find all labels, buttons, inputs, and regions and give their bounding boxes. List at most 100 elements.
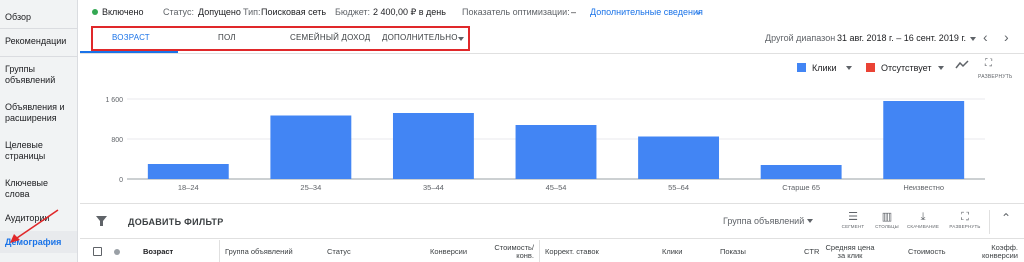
segment-button[interactable]: ☰ СЕГМЕНТ: [836, 210, 870, 229]
optimization-value: –: [571, 7, 577, 17]
col-cost-per-conv[interactable]: Стоимость/ конв.: [480, 244, 534, 260]
col-clicks[interactable]: Клики: [662, 248, 682, 256]
ad-group-select[interactable]: Группа объявлений: [723, 216, 804, 226]
bar-2: [270, 115, 352, 179]
columns-icon: ▥: [881, 211, 893, 223]
sidebar-item-overview[interactable]: Обзор: [5, 12, 75, 23]
expand-table-label: РАЗВЕРНУТЬ: [949, 224, 981, 229]
divider: [0, 28, 77, 29]
clicks-bar-chart: 1 600 800 0 18–24 25–34 35–44 45–54 55–64 Старше…: [105, 97, 985, 192]
line-chart-icon[interactable]: [955, 60, 969, 70]
col-ad-group[interactable]: Группа объявлений: [225, 248, 293, 256]
sidebar-item-demographics[interactable]: Демография: [0, 231, 77, 253]
segment-icon: ☰: [848, 211, 858, 223]
col-conv-rate-line2: конверсии: [981, 251, 1018, 260]
x-tick-label: 35–44: [423, 183, 444, 192]
filter-icon[interactable]: [96, 216, 107, 226]
col-age[interactable]: Возраст: [143, 248, 173, 256]
columns-label: СТОЛБЦЫ: [875, 224, 899, 229]
date-dropdown-icon[interactable]: [970, 37, 976, 41]
expand-icon[interactable]: ⛶: [985, 58, 992, 69]
bar-4: [515, 125, 597, 179]
sidebar-item-ad-groups[interactable]: Группы объявлений: [5, 64, 75, 86]
col-avg-cpc[interactable]: Средняя цена за клик: [820, 244, 880, 260]
divider: [539, 240, 540, 262]
campaign-state: Включено: [102, 7, 144, 17]
dropdown-caret-icon[interactable]: [458, 37, 464, 41]
collapse-chevron-icon[interactable]: ⌃: [1001, 211, 1011, 225]
type-value: Поисковая сеть: [261, 7, 327, 17]
metric1-color-swatch: [797, 63, 806, 72]
y-tick-label: 1 600: [105, 97, 123, 104]
status-dot-icon: [114, 249, 120, 255]
divider: [219, 240, 220, 262]
ad-group-dropdown-icon[interactable]: [807, 219, 813, 223]
download-icon: ⤓: [920, 211, 926, 223]
bar-3: [392, 113, 474, 179]
select-all-checkbox[interactable]: [93, 247, 102, 256]
budget-value: 2 400,00 ₽ в день: [373, 7, 446, 17]
expand-label[interactable]: РАЗВЕРНУТЬ: [978, 74, 1012, 80]
metric2-dropdown-icon[interactable]: [938, 66, 944, 70]
bar-5: [638, 136, 720, 179]
date-range-value[interactable]: 31 авг. 2018 г. – 16 сент. 2019 г.: [837, 33, 966, 43]
col-ctr[interactable]: CTR: [804, 248, 819, 256]
x-tick-label: 45–54: [546, 183, 567, 192]
bar-6: [760, 165, 842, 179]
demographics-tabs: ВОЗРАСТ ПОЛ СЕМЕЙНЫЙ ДОХОД ДОПОЛНИТЕЛЬНО…: [80, 25, 1024, 53]
col-conversions[interactable]: Конверсии: [430, 248, 467, 256]
sidebar: Обзор Рекомендации Группы объявлений Объ…: [0, 0, 78, 262]
details-link[interactable]: Дополнительные сведения: [590, 7, 703, 17]
segment-label: СЕГМЕНТ: [841, 224, 865, 229]
y-tick-label: 800: [111, 137, 123, 144]
divider: [989, 210, 990, 234]
tab-age[interactable]: ВОЗРАСТ: [112, 33, 150, 42]
chevron-down-icon[interactable]: ⌄: [694, 6, 702, 17]
expand-table-button[interactable]: ⛶ РАЗВЕРНУТЬ: [948, 210, 982, 229]
metric1-dropdown-icon[interactable]: [846, 66, 852, 70]
x-tick-label: 55–64: [668, 183, 689, 192]
metric2-color-swatch: [866, 63, 875, 72]
date-range-label: Другой диапазон: [765, 33, 836, 43]
tab-household-income[interactable]: СЕМЕЙНЫЙ ДОХОД: [290, 33, 370, 42]
type-label: Тип:: [243, 7, 261, 17]
download-label: СКАЧИВАНИЕ: [906, 224, 940, 229]
download-button[interactable]: ⤓ СКАЧИВАНИЕ: [906, 210, 940, 229]
campaign-status-bar: Включено Статус: Допущено Тип: Поисковая…: [90, 0, 1024, 24]
x-tick-label: 18–24: [178, 183, 199, 192]
sidebar-item-keywords[interactable]: Ключевые слова: [5, 178, 75, 200]
x-tick-label: Старше 65: [782, 183, 820, 192]
columns-button[interactable]: ▥ СТОЛБЦЫ: [870, 210, 904, 229]
table-header: Возраст Группа объявлений Статус Конверс…: [80, 240, 1024, 262]
metric1-select[interactable]: Клики: [812, 63, 837, 73]
col-conv-rate[interactable]: Коэфф. конверсии: [964, 244, 1018, 260]
tab-more[interactable]: ДОПОЛНИТЕЛЬНО: [382, 33, 458, 42]
col-status[interactable]: Статус: [327, 248, 351, 256]
col-bid-adjustment[interactable]: Коррект. ставок: [545, 248, 599, 256]
chevron-left-icon[interactable]: ‹: [983, 29, 988, 45]
status-dot-icon: [92, 9, 98, 15]
tab-gender[interactable]: ПОЛ: [218, 33, 236, 42]
chevron-right-icon[interactable]: ›: [1004, 29, 1009, 45]
col-avg-cpc-line2: за клик: [837, 251, 863, 260]
sidebar-item-landing-pages[interactable]: Целевые страницы: [5, 140, 75, 162]
sidebar-item-recommendations[interactable]: Рекомендации: [5, 36, 75, 47]
bar-1: [147, 164, 229, 179]
bar-7: [883, 101, 965, 179]
divider: [0, 56, 77, 57]
col-cost-per-conv-line2: конв.: [516, 251, 534, 260]
y-tick-label: 0: [119, 177, 123, 184]
sidebar-item-ads[interactable]: Объявления и расширения: [5, 102, 75, 124]
x-tick-label: 25–34: [300, 183, 321, 192]
col-impressions[interactable]: Показы: [720, 248, 746, 256]
sidebar-item-audiences[interactable]: Аудитории: [5, 213, 75, 224]
tabs-divider: [80, 53, 1024, 54]
status-value: Допущено: [198, 7, 241, 17]
budget-label: Бюджет:: [335, 7, 371, 17]
add-filter-button[interactable]: ДОБАВИТЬ ФИЛЬТР: [128, 217, 224, 227]
optimization-label: Показатель оптимизации:: [462, 7, 570, 17]
col-cost[interactable]: Стоимость: [908, 248, 946, 256]
metric2-select[interactable]: Отсутствует: [881, 63, 931, 73]
x-tick-label: Неизвестно: [903, 183, 944, 192]
fullscreen-icon: ⛶: [961, 211, 969, 223]
